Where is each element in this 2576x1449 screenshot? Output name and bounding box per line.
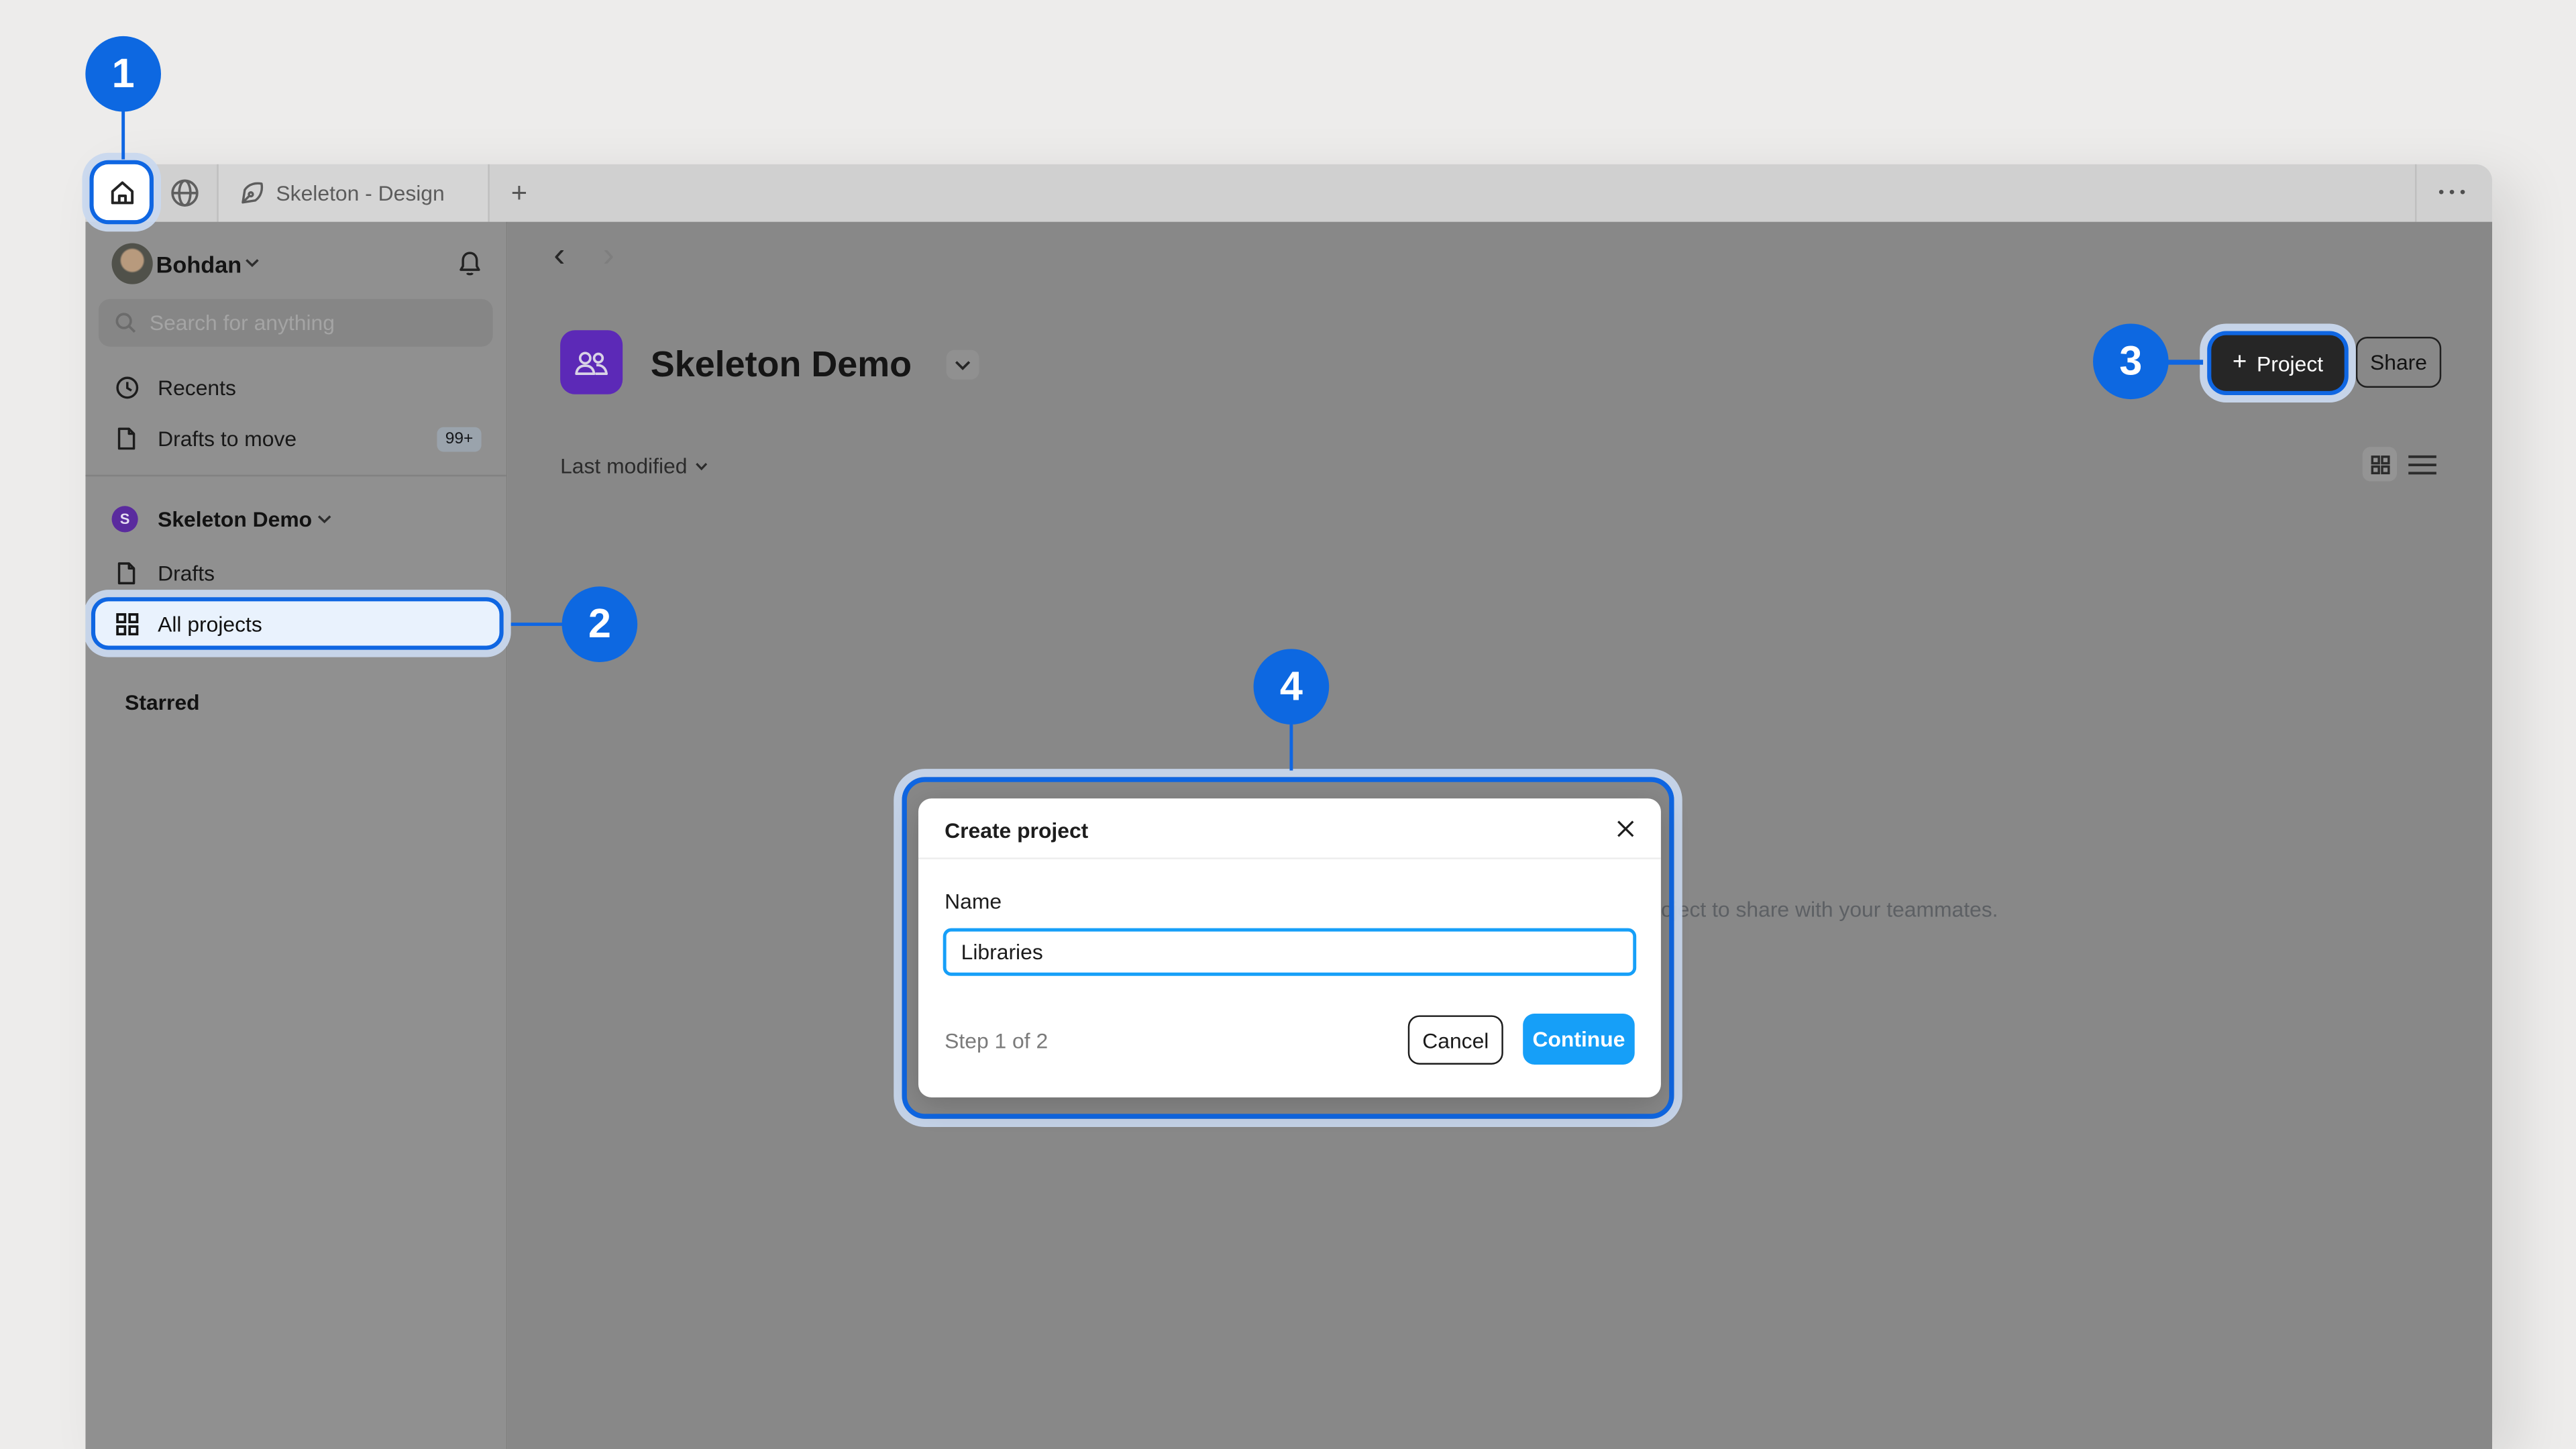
sidebar-item-label: All projects	[158, 611, 262, 636]
pen-nib-icon	[240, 180, 265, 205]
count-badge: 99+	[437, 427, 481, 452]
step-indicator: Step 1 of 2	[945, 1028, 1048, 1053]
dialog-divider	[918, 857, 1661, 859]
sidebar-item-drafts[interactable]: Drafts	[85, 549, 506, 598]
chevron-down-icon	[696, 461, 709, 471]
people-icon	[574, 346, 610, 379]
notifications-bell-icon[interactable]	[457, 250, 483, 278]
user-name: Bohdan	[156, 252, 242, 278]
tab-separator	[217, 164, 218, 222]
callout-3-connector	[2165, 360, 2203, 364]
new-tab-button[interactable]: +	[504, 164, 534, 222]
close-icon	[1616, 819, 1634, 837]
callout-1-connector	[121, 109, 125, 160]
sidebar-item-drafts-to-move[interactable]: Drafts to move 99+	[85, 414, 506, 463]
create-project-dialog: Create project Name Step 1 of 2 Cancel C…	[918, 798, 1661, 1097]
sidebar-item-label: Recents	[158, 376, 236, 400]
list-view-toggle[interactable]	[2407, 453, 2438, 476]
tab-separator	[488, 164, 489, 222]
tab-label: Skeleton - Design	[276, 180, 444, 205]
grid-view-toggle[interactable]	[2363, 447, 2397, 481]
sort-label: Last modified	[560, 453, 687, 478]
sidebar-item-label: Drafts	[158, 561, 215, 586]
callout-2: 2	[562, 586, 638, 662]
close-button[interactable]	[1609, 812, 1642, 845]
chevron-down-icon	[955, 359, 971, 370]
avatar	[112, 243, 153, 284]
chevron-down-icon	[317, 515, 332, 525]
globe-icon	[169, 177, 201, 209]
callout-4: 4	[1254, 649, 1330, 724]
dialog-title: Create project	[945, 818, 1088, 843]
plus-icon: +	[2233, 348, 2247, 376]
page-title: Skeleton Demo	[651, 343, 912, 386]
new-project-button[interactable]: + Project	[2211, 335, 2344, 391]
sidebar: Bohdan Search for anyth	[85, 222, 506, 1449]
sidebar-item-all-projects[interactable]: All projects	[95, 601, 499, 645]
cancel-button[interactable]: Cancel	[1408, 1015, 1503, 1064]
callout-2-connector	[511, 622, 564, 626]
project-name-input[interactable]	[943, 928, 1636, 976]
search-placeholder: Search for anything	[150, 311, 335, 335]
screenshot-canvas: Skeleton - Design + ••• Bohdan	[0, 0, 2576, 1449]
home-icon	[107, 178, 136, 207]
team-name: Skeleton Demo	[158, 507, 312, 532]
account-switcher[interactable]: Bohdan	[85, 235, 506, 294]
starred-section-label: Starred	[125, 690, 200, 715]
file-icon	[115, 561, 140, 586]
grid-view-icon	[2370, 454, 2390, 474]
clock-icon	[115, 376, 140, 400]
tab-bar: Skeleton - Design + •••	[85, 164, 2492, 222]
team-avatar: S	[112, 506, 138, 532]
tab-separator	[2415, 164, 2416, 222]
community-tab-button[interactable]	[169, 177, 201, 209]
home-tab-button[interactable]	[94, 164, 150, 220]
callout-4-connector	[1289, 724, 1293, 771]
file-icon	[115, 427, 140, 451]
share-button[interactable]: Share	[2356, 337, 2441, 388]
forward-button: ›	[603, 237, 614, 276]
continue-button[interactable]: Continue	[1523, 1014, 1635, 1065]
sidebar-divider	[85, 475, 506, 476]
list-view-icon	[2407, 453, 2438, 476]
callout-1: 1	[85, 36, 161, 112]
team-icon	[560, 330, 623, 394]
title-chevron-button[interactable]	[947, 350, 979, 380]
new-project-label: Project	[2257, 351, 2323, 376]
sidebar-item-recents[interactable]: Recents	[85, 363, 506, 412]
sidebar-team-switcher[interactable]: S Skeleton Demo	[85, 494, 506, 543]
name-label: Name	[945, 889, 1002, 914]
search-input[interactable]: Search for anything	[99, 299, 493, 347]
tab-skeleton-design[interactable]: Skeleton - Design	[240, 164, 445, 222]
chevron-down-icon	[245, 258, 260, 268]
callout-3: 3	[2093, 323, 2169, 399]
back-button[interactable]: ‹	[553, 237, 565, 276]
search-icon	[115, 312, 136, 333]
sidebar-item-label: Drafts to move	[158, 427, 297, 451]
grid-icon	[115, 611, 140, 636]
sort-dropdown[interactable]: Last modified	[560, 453, 708, 478]
window-more-menu[interactable]: •••	[2425, 164, 2484, 222]
